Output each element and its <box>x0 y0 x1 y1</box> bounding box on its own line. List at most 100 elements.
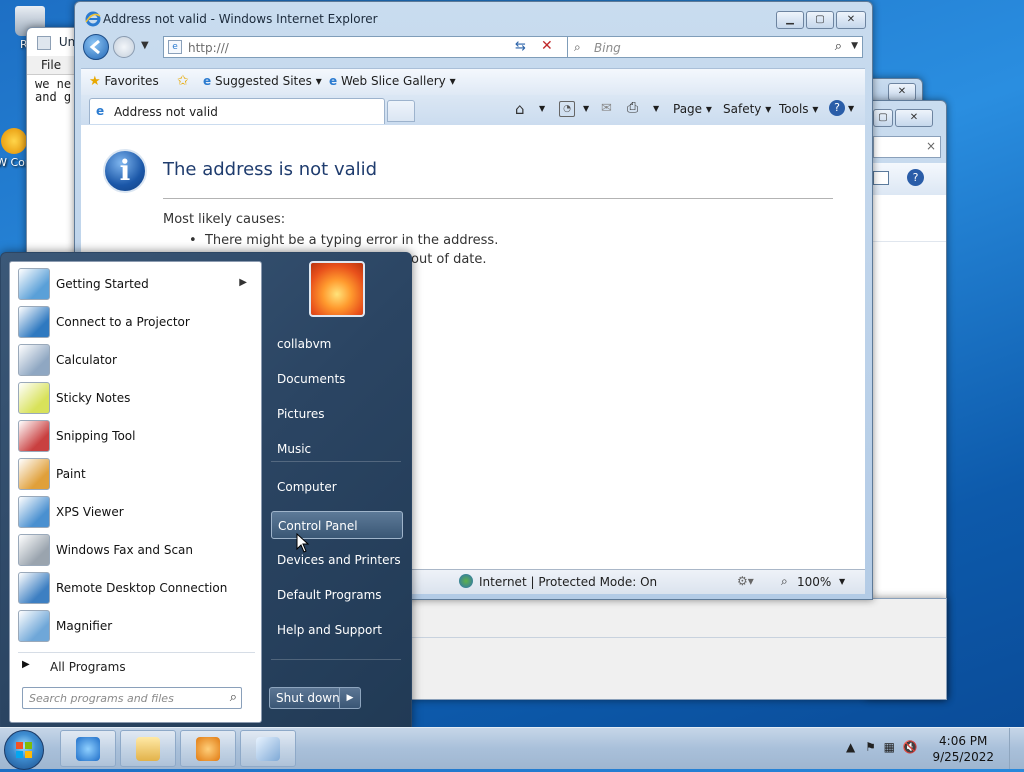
all-programs-button[interactable]: ▶ All Programs <box>18 652 255 677</box>
program-label: Remote Desktop Connection <box>56 581 228 595</box>
clock[interactable]: 4:06 PM 9/25/2022 <box>932 733 994 765</box>
zoom-dropdown-icon[interactable]: ▼ <box>839 577 845 586</box>
start-right-item[interactable]: Control Panel <box>271 511 403 539</box>
program-label: Calculator <box>56 353 117 367</box>
read-mail-icon[interactable]: ✉ <box>601 101 612 116</box>
notepad-text-area[interactable]: we ne and g <box>35 78 71 104</box>
program-item[interactable]: Remote Desktop Connection <box>14 570 257 606</box>
program-item[interactable]: Windows Fax and Scan <box>14 532 257 568</box>
home-dropdown-icon[interactable]: ▼ <box>539 104 545 113</box>
taskbar-button[interactable] <box>60 730 116 767</box>
paint-icon <box>18 458 50 490</box>
safety-menu[interactable]: Safety ▾ <box>723 102 771 116</box>
internet-explorer-icon <box>76 737 100 761</box>
clear-icon[interactable]: × <box>926 139 936 153</box>
start-right-item[interactable]: collabvm <box>271 330 403 358</box>
volume-muted-icon[interactable]: 🔇 <box>903 740 918 754</box>
minimize-button[interactable]: ▁ <box>776 11 804 29</box>
favorites-item-web-slice-gallery[interactable]: e Web Slice Gallery ▾ <box>329 74 456 88</box>
fax-icon <box>18 534 50 566</box>
security-lock-icon[interactable]: ⚙▾ <box>737 574 754 588</box>
tools-menu[interactable]: Tools ▾ <box>779 102 818 116</box>
search-icon[interactable]: ⌕ <box>230 690 237 705</box>
program-item[interactable]: XPS Viewer <box>14 494 257 530</box>
start-right-item-label: Devices and Printers <box>277 553 401 567</box>
start-menu-separator <box>271 461 401 462</box>
start-right-item[interactable]: Devices and Printers <box>271 546 403 574</box>
page-menu[interactable]: Page ▾ <box>673 102 712 116</box>
taskbar-button[interactable] <box>180 730 236 767</box>
start-right-item[interactable]: Default Programs <box>271 581 403 609</box>
favorites-button[interactable]: ★ Favorites <box>89 74 159 89</box>
start-search-placeholder: Search programs and files <box>29 692 174 705</box>
shut-down-options-icon[interactable]: ▶ <box>339 688 360 708</box>
help-dropdown-icon[interactable]: ▼ <box>848 104 854 113</box>
taskbar-button[interactable] <box>120 730 176 767</box>
error-divider <box>163 198 833 199</box>
sticky-notes-icon <box>18 382 50 414</box>
search-icon[interactable]: ⌕ <box>835 39 842 54</box>
stop-icon[interactable]: ✕ <box>541 38 553 54</box>
program-item[interactable]: Calculator <box>14 342 257 378</box>
start-button[interactable] <box>4 730 44 770</box>
program-item[interactable]: Sticky Notes <box>14 380 257 416</box>
search-placeholder: Bing <box>594 41 621 55</box>
close-button[interactable]: ✕ <box>888 83 916 101</box>
user-avatar[interactable] <box>309 261 365 317</box>
close-button[interactable]: ✕ <box>836 11 866 29</box>
print-icon[interactable]: ⎙ <box>627 100 638 116</box>
back-button[interactable] <box>83 34 109 60</box>
menu-file[interactable]: File <box>41 58 61 72</box>
refresh-icon[interactable]: ⇆ <box>515 39 526 54</box>
start-right-item[interactable]: Music <box>271 435 403 463</box>
help-icon[interactable]: ? <box>829 100 845 116</box>
start-search-input[interactable]: Search programs and files ⌕ <box>22 687 242 709</box>
close-button[interactable]: ✕ <box>895 109 933 127</box>
start-right-item-label: Computer <box>277 480 337 494</box>
shortcut-glyph-icon <box>1 128 27 154</box>
zoom-level[interactable]: 100% <box>797 575 831 589</box>
view-icon[interactable] <box>873 171 889 185</box>
shut-down-button[interactable]: Shut down ▶ <box>269 687 361 709</box>
program-item[interactable]: Getting Started ▶ <box>14 266 257 302</box>
print-dropdown-icon[interactable]: ▼ <box>653 104 659 113</box>
feeds-icon[interactable]: ◔ <box>559 101 575 117</box>
taskbar-button[interactable] <box>240 730 296 767</box>
action-center-flag-icon[interactable]: ⚑ <box>865 740 876 754</box>
folder-icon <box>136 737 160 761</box>
maximize-button[interactable]: ▢ <box>873 109 893 127</box>
show-desktop-button[interactable] <box>1009 728 1024 769</box>
home-icon[interactable]: ⌂ <box>515 100 525 118</box>
start-right-item[interactable]: Documents <box>271 365 403 393</box>
all-programs-label: All Programs <box>50 660 126 674</box>
tab-address-not-valid[interactable]: e Address not valid <box>89 98 385 124</box>
program-item[interactable]: Paint <box>14 456 257 492</box>
start-right-item[interactable]: Help and Support <box>271 616 403 644</box>
info-icon: i <box>103 149 147 193</box>
show-hidden-icons-icon[interactable]: ▲ <box>846 740 855 754</box>
address-url: http:/// <box>188 41 229 55</box>
maximize-button[interactable]: ▢ <box>806 11 834 29</box>
error-bullet: • There might be a typing error in the a… <box>189 233 499 248</box>
recent-pages-dropdown-icon[interactable]: ▼ <box>141 40 149 51</box>
network-icon[interactable]: ▦ <box>884 740 895 754</box>
search-options-icon[interactable]: ▼ <box>851 41 858 51</box>
search-input[interactable]: ⌕ Bing ⌕ ▼ <box>567 36 863 58</box>
program-item[interactable]: Connect to a Projector <box>14 304 257 340</box>
start-menu: Getting Started ▶ Connect to a Projector Ca… <box>0 252 412 729</box>
background-window-lower[interactable] <box>410 598 947 700</box>
feeds-dropdown-icon[interactable]: ▼ <box>583 104 589 113</box>
tab-label: Address not valid <box>114 105 218 119</box>
favorites-item-suggested-sites[interactable]: e Suggested Sites ▾ <box>203 74 322 88</box>
help-icon[interactable]: ? <box>907 169 924 186</box>
ie-page-icon: e <box>96 104 105 118</box>
forward-button[interactable] <box>113 36 135 58</box>
program-item[interactable]: Snipping Tool <box>14 418 257 454</box>
start-right-item[interactable]: Computer <box>271 473 403 501</box>
program-label: Sticky Notes <box>56 391 131 405</box>
add-to-favorites-bar-icon[interactable]: ✩ <box>177 73 189 89</box>
program-item[interactable]: Magnifier <box>14 608 257 644</box>
start-right-item[interactable]: Pictures <box>271 400 403 428</box>
new-tab-button[interactable] <box>387 100 415 122</box>
security-zone[interactable]: Internet | Protected Mode: On <box>479 575 657 589</box>
